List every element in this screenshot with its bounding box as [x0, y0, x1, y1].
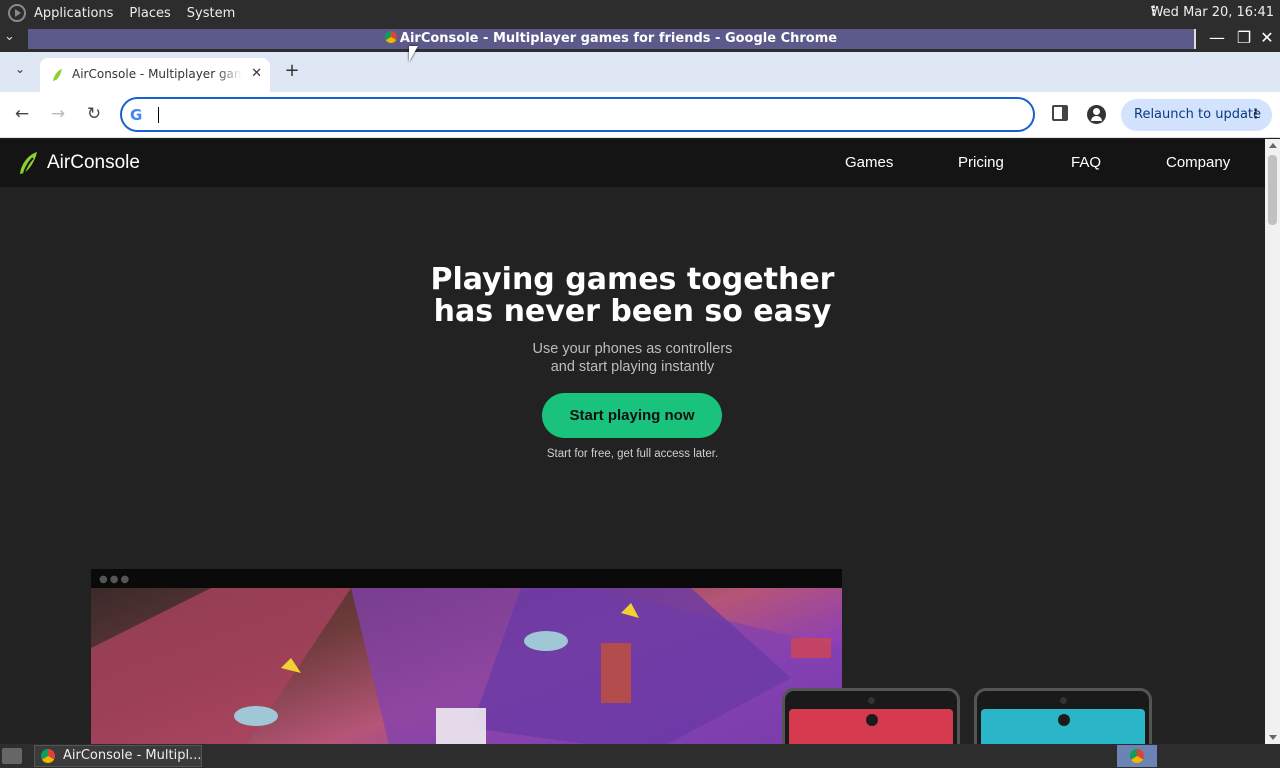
tab-strip: ⌄ AirConsole - Multiplayer games for fri… [0, 52, 1280, 92]
tab-title: AirConsole - Multiplayer games for frien… [72, 67, 242, 81]
menu-system[interactable]: System [187, 6, 235, 21]
phone-screen [789, 709, 953, 744]
menu-places[interactable]: Places [129, 6, 170, 21]
web-page: AirConsole Games Pricing FAQ Company Pla… [0, 139, 1265, 744]
phone-camera [1060, 697, 1067, 704]
window-dots-icon: ●●● [99, 574, 132, 585]
new-tab-plus-icon[interactable]: + [282, 60, 302, 82]
phone-camera [868, 697, 875, 704]
cta-note: Start for free, get full access later. [546, 448, 719, 460]
window-title-bar[interactable]: ⌄ AirConsole - Multiplayer games for fri… [0, 26, 1280, 52]
airconsole-logo-icon[interactable] [16, 150, 40, 176]
address-bar[interactable]: G [120, 97, 1035, 132]
chrome-menu-icon[interactable]: ⋮ [1249, 99, 1262, 131]
window-title: AirConsole - Multiplayer games for frien… [399, 31, 838, 46]
browser-tab-airconsole[interactable]: AirConsole - Multiplayer games for frien… [40, 58, 270, 92]
relaunch-to-update-button[interactable]: Relaunch to update ⋮ [1121, 99, 1272, 131]
airconsole-logo-icon [1058, 714, 1070, 726]
desktop-taskbar: AirConsole - Multipl... [0, 744, 1280, 768]
chrome-logo-icon [41, 749, 55, 763]
start-playing-button[interactable]: Start playing now [542, 393, 722, 438]
nav-company[interactable]: Company [1166, 154, 1230, 171]
relaunch-label: Relaunch to update [1134, 107, 1262, 122]
google-g-icon: G [130, 106, 143, 124]
tab-search-chevron-icon[interactable]: ⌄ [8, 62, 32, 82]
airconsole-favicon-icon [53, 69, 62, 81]
forward-arrow-icon[interactable]: → [46, 104, 70, 126]
address-input[interactable] [156, 105, 1016, 125]
side-panel-icon[interactable] [1052, 105, 1068, 121]
site-header: AirConsole Games Pricing FAQ Company [0, 139, 1265, 187]
hero-headline: Playing games together has never been so… [0, 264, 1265, 328]
tab-close-icon[interactable]: ✕ [251, 66, 262, 81]
back-arrow-icon[interactable]: ← [10, 104, 34, 126]
nav-games[interactable]: Games [845, 154, 893, 171]
profile-avatar-icon[interactable] [1087, 105, 1106, 124]
workspace-switcher[interactable] [1117, 745, 1157, 767]
phone-controller-red [782, 688, 960, 744]
hero-subtitle: Use your phones as controllers and start… [0, 340, 1265, 376]
page-scrollbar[interactable] [1265, 139, 1280, 744]
scrollbar-thumb[interactable] [1268, 155, 1277, 225]
minimize-icon[interactable]: — [1207, 28, 1227, 47]
panel-clock[interactable]: Wed Mar 20, 16:41 [1151, 5, 1274, 20]
os-menu-logo-icon[interactable] [8, 4, 26, 22]
nav-pricing[interactable]: Pricing [958, 154, 1004, 171]
chrome-logo-icon [384, 31, 397, 43]
window-menu-chevron-icon[interactable]: ⌄ [4, 29, 15, 44]
scroll-up-arrow-icon[interactable] [1269, 143, 1277, 148]
hero-subtitle-line1: Use your phones as controllers [532, 341, 733, 357]
text-caret [158, 107, 159, 123]
browser-toolbar: ← → ↻ G Relaunch to update ⋮ [0, 92, 1280, 138]
taskbar-task-label: AirConsole - Multipl... [63, 748, 202, 763]
site-brand[interactable]: AirConsole [47, 152, 140, 174]
reload-icon[interactable]: ↻ [82, 104, 106, 126]
nav-faq[interactable]: FAQ [1071, 154, 1101, 171]
show-desktop-icon[interactable] [2, 748, 22, 764]
window-title-area[interactable]: AirConsole - Multiplayer games for frien… [28, 29, 1196, 49]
airconsole-logo-icon [866, 714, 878, 726]
scroll-down-arrow-icon[interactable] [1269, 735, 1277, 740]
hero-subtitle-line2: and start playing instantly [550, 359, 715, 375]
game-preview-frame: ●●● [91, 569, 842, 744]
menu-applications[interactable]: Applications [34, 6, 113, 21]
hero-headline-line1: Playing games together [430, 262, 835, 297]
game-screenshot-image [91, 588, 842, 744]
chrome-logo-icon [1130, 749, 1144, 763]
phone-screen [981, 709, 1145, 744]
maximize-icon[interactable]: ❐ [1234, 28, 1254, 47]
desktop-top-panel: Applications Places System ⋮ Wed Mar 20,… [0, 0, 1280, 26]
hero-headline-line2: has never been so easy [433, 294, 832, 329]
taskbar-chrome-window[interactable]: AirConsole - Multipl... [34, 745, 202, 767]
phone-controller-teal [974, 688, 1152, 744]
close-icon[interactable]: ✕ [1257, 28, 1277, 47]
mouse-pointer-icon [409, 46, 418, 62]
